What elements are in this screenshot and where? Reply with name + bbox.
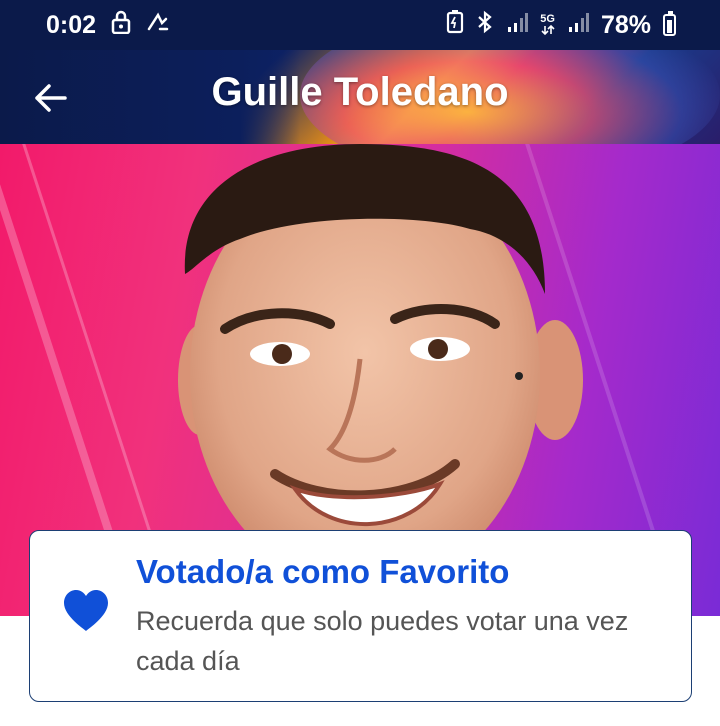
page-title: Guille Toledano <box>211 70 509 114</box>
header: Guille Toledano <box>0 50 720 144</box>
signal-icon-2 <box>567 11 589 40</box>
card-message: Recuerda que solo puedes votar una vez c… <box>136 606 629 676</box>
battery-icon <box>663 11 676 36</box>
signature-app-icon <box>146 11 170 40</box>
battery-saver-icon <box>446 9 464 41</box>
status-right: 5G 78% <box>446 9 676 41</box>
vote-confirmation-card: Votado/a como Favorito Recuerda que solo… <box>29 530 692 702</box>
card-title: Votado/a como Favorito <box>136 553 510 590</box>
network-type-icon: 5G <box>540 14 555 36</box>
lock-icon <box>110 10 132 41</box>
bluetooth-icon <box>476 10 494 41</box>
battery-percent: 78% <box>600 10 651 39</box>
heart-icon <box>64 590 108 631</box>
status-time: 0:02 <box>46 10 97 39</box>
status-left: 0:02 <box>46 10 170 41</box>
signal-icon <box>506 11 529 40</box>
status-bar: 0:02 5G 78% <box>0 0 720 50</box>
network-type-label: 5G <box>540 13 555 25</box>
